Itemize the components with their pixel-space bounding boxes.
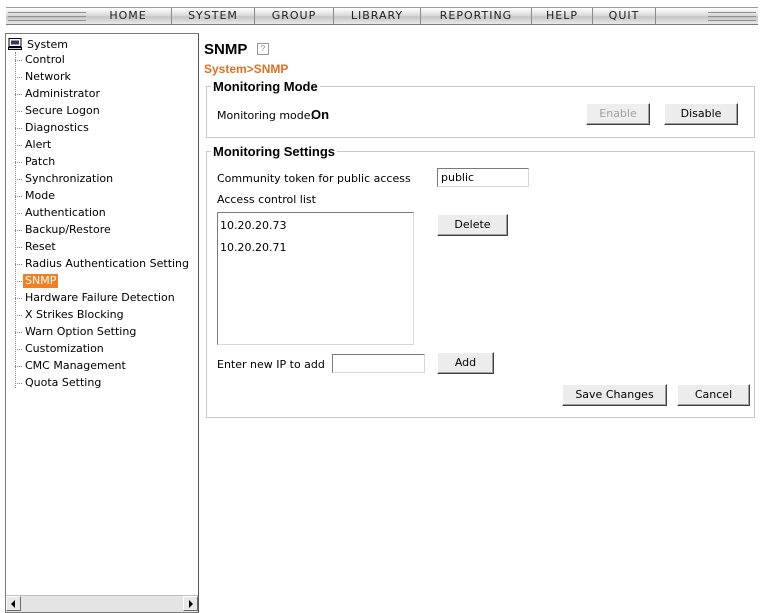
sidebar-item-label: Synchronization <box>25 172 114 185</box>
sidebar-item-label: Patch <box>25 155 56 168</box>
community-token-input[interactable] <box>437 168 529 187</box>
monitoring-mode-legend: Monitoring Mode <box>211 79 320 94</box>
enable-button[interactable]: Enable <box>586 103 650 125</box>
main-content: SNMP ? System>SNMP Monitoring Mode Monit… <box>198 33 765 613</box>
monitoring-mode-value: On <box>311 107 330 122</box>
sidebar-item-label: Mode <box>25 189 55 202</box>
nav-system[interactable]: SYSTEM <box>171 8 254 24</box>
disable-button[interactable]: Disable <box>664 103 738 125</box>
acl-list-item[interactable]: 10.20.20.73 <box>220 219 286 232</box>
new-ip-input[interactable] <box>332 354 425 373</box>
tree-connector-line <box>15 52 16 388</box>
computer-icon <box>8 38 22 50</box>
tree-root-label: System <box>27 38 69 51</box>
sidebar-item-label: Quota Setting <box>25 376 102 389</box>
nav-home[interactable]: HOME <box>86 8 170 24</box>
sidebar-item-label: Secure Logon <box>25 104 100 117</box>
breadcrumb: System>SNMP <box>204 62 289 76</box>
access-control-listbox[interactable]: 10.20.20.73 10.20.20.71 <box>217 212 414 345</box>
access-control-list-label: Access control list <box>217 193 316 206</box>
sidebar-item-label: Radius Authentication Setting <box>25 257 190 270</box>
navigation-tree-panel: System Control Network Administrator Sec… <box>5 33 199 613</box>
sidebar-item-label: Network <box>25 70 71 83</box>
sidebar-item-label: Control <box>25 53 65 66</box>
scroll-left-button[interactable] <box>6 596 21 611</box>
sidebar-item-label: Alert <box>25 138 52 151</box>
sidebar-item-label: Administrator <box>25 87 100 100</box>
sidebar-item-label: Customization <box>25 342 104 355</box>
nav-bar: HOME SYSTEM GROUP LIBRARY REPORTING HELP… <box>6 7 758 25</box>
nav-help[interactable]: HELP <box>531 8 592 24</box>
help-icon[interactable]: ? <box>257 43 269 55</box>
sidebar-item-label: Warn Option Setting <box>25 325 137 338</box>
nav-group[interactable]: GROUP <box>254 8 333 24</box>
page-title: SNMP <box>204 41 248 58</box>
arrow-right-icon <box>189 600 193 608</box>
add-button[interactable]: Add <box>437 352 494 374</box>
sidebar-item-label: CMC Management <box>25 359 126 372</box>
sidebar-item-label: Diagnostics <box>25 121 89 134</box>
sidebar-item-label: Authentication <box>25 206 106 219</box>
nav-decoration-left <box>8 9 86 23</box>
nav-decoration-right <box>708 9 756 23</box>
top-navigation: HOME SYSTEM GROUP LIBRARY REPORTING HELP… <box>0 0 765 33</box>
nav-quit[interactable]: QUIT <box>592 8 655 24</box>
sidebar-item-label: Hardware Failure Detection <box>25 291 175 304</box>
acl-list-item[interactable]: 10.20.20.71 <box>220 241 286 254</box>
cancel-button[interactable]: Cancel <box>677 384 750 406</box>
new-ip-label: Enter new IP to add <box>217 358 325 371</box>
sidebar-item-label: Backup/Restore <box>25 223 111 236</box>
monitoring-mode-section: Monitoring Mode Monitoring mode: On Enab… <box>206 79 755 138</box>
horizontal-scrollbar[interactable] <box>6 595 198 612</box>
save-changes-button[interactable]: Save Changes <box>562 384 667 406</box>
monitoring-mode-label: Monitoring mode: <box>217 109 315 122</box>
nav-spacer <box>655 8 708 24</box>
scroll-right-button[interactable] <box>183 596 198 611</box>
nav-library[interactable]: LIBRARY <box>333 8 420 24</box>
nav-reporting[interactable]: REPORTING <box>420 8 531 24</box>
monitoring-settings-legend: Monitoring Settings <box>211 144 338 159</box>
sidebar-item-label: Reset <box>25 240 56 253</box>
delete-button[interactable]: Delete <box>437 214 508 236</box>
monitoring-settings-section: Monitoring Settings Community token for … <box>206 144 755 418</box>
arrow-left-icon <box>11 600 15 608</box>
sidebar-item-label: SNMP <box>23 274 59 288</box>
community-token-label: Community token for public access <box>217 172 411 185</box>
sidebar-item-label: X Strikes Blocking <box>25 308 124 321</box>
